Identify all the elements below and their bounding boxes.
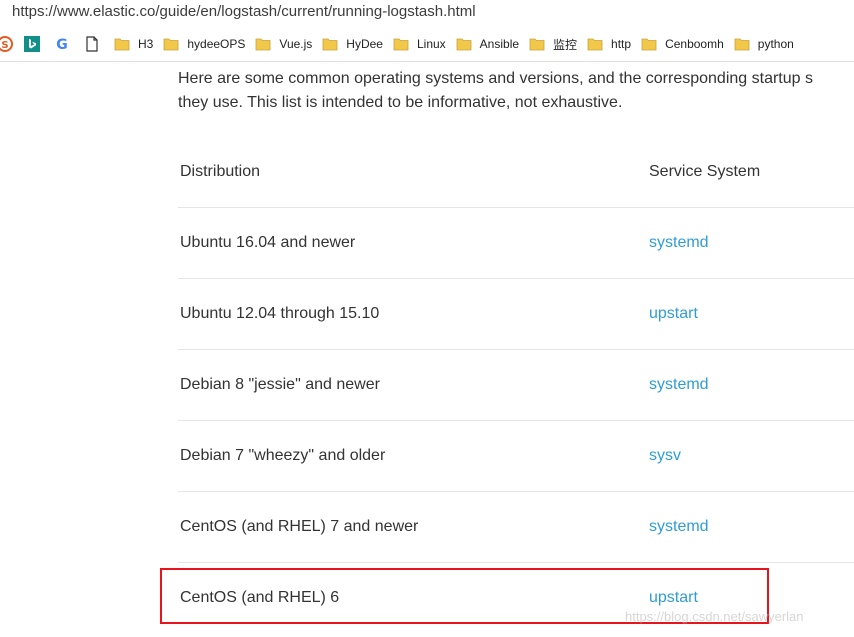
table-row: Debian 7 "wheezy" and older sysv: [178, 421, 854, 492]
distribution-cell: Debian 8 "jessie" and newer: [180, 376, 380, 393]
folder-icon: [114, 38, 130, 51]
table-row: Debian 8 "jessie" and newer systemd: [178, 350, 854, 421]
svg-text:G: G: [56, 37, 68, 52]
folder-icon: [393, 38, 409, 51]
bookmark-h3[interactable]: H3: [114, 37, 153, 51]
bookmarks-bar: S G H3 hydeeOPS Vue.js HyDee Linux Ansib…: [0, 27, 854, 62]
distribution-cell: Debian 7 "wheezy" and older: [180, 447, 386, 464]
page-content: Here are some common operating systems a…: [0, 62, 854, 637]
url-text[interactable]: https://www.elastic.co/guide/en/logstash…: [12, 3, 476, 20]
bookmark-label: H3: [138, 37, 154, 51]
bookmark-label: Ansible: [479, 37, 520, 51]
intro-line-1: Here are some common operating systems a…: [178, 70, 813, 87]
bookmark-label: Linux: [416, 37, 446, 51]
bookmark-python[interactable]: python: [734, 37, 794, 51]
bookmark-monitor[interactable]: 监控: [529, 36, 577, 53]
folder-icon: [734, 38, 750, 51]
bookmark-vuejs[interactable]: Vue.js: [255, 37, 312, 51]
service-link[interactable]: systemd: [649, 492, 709, 562]
table-header-row: Distribution Service System: [178, 137, 854, 208]
distribution-cell: CentOS (and RHEL) 7 and newer: [180, 518, 419, 535]
distribution-cell: Ubuntu 12.04 through 15.10: [180, 305, 380, 322]
bookmark-label: Vue.js: [279, 37, 313, 51]
service-link[interactable]: upstart: [649, 279, 698, 349]
bookmark-label: http: [611, 37, 632, 51]
watermark-text: https://blog.csdn.net/sawyerlan: [625, 609, 804, 624]
bookmark-label: hydeeOPS: [187, 37, 246, 51]
table-row: Ubuntu 12.04 through 15.10 upstart: [178, 279, 854, 350]
folder-icon: [322, 38, 338, 51]
distribution-cell: Ubuntu 16.04 and newer: [180, 234, 356, 251]
google-icon[interactable]: G: [54, 36, 70, 52]
intro-paragraph: Here are some common operating systems a…: [178, 67, 854, 115]
red-s-circle-icon[interactable]: S: [0, 36, 13, 52]
bookmark-label: HyDee: [346, 37, 383, 51]
folder-icon: [587, 38, 603, 51]
service-link[interactable]: systemd: [649, 350, 709, 420]
address-bar[interactable]: https://www.elastic.co/guide/en/logstash…: [0, 0, 854, 27]
intro-line-2: they use. This list is intended to be in…: [178, 94, 623, 111]
folder-icon: [641, 38, 657, 51]
svg-text:S: S: [1, 40, 8, 51]
folder-icon: [529, 38, 545, 51]
table-row: CentOS (and RHEL) 7 and newer systemd: [178, 492, 854, 563]
table-row: Ubuntu 16.04 and newer systemd: [178, 208, 854, 279]
folder-icon: [255, 38, 271, 51]
folder-icon: [456, 38, 472, 51]
header-distribution: Distribution: [180, 163, 261, 180]
bookmark-label: python: [757, 37, 794, 51]
bookmark-linux[interactable]: Linux: [393, 37, 446, 51]
bookmark-cenboomh[interactable]: Cenboomh: [641, 37, 724, 51]
bookmark-label: 监控: [553, 37, 578, 52]
header-service-system: Service System: [649, 163, 761, 180]
service-link[interactable]: systemd: [649, 208, 709, 278]
folder-icon: [163, 38, 179, 51]
service-link[interactable]: sysv: [649, 421, 681, 491]
bookmark-ansible[interactable]: Ansible: [456, 37, 519, 51]
bookmark-http[interactable]: http: [587, 37, 631, 51]
page-icon[interactable]: [84, 36, 100, 52]
bookmark-label: Cenboomh: [665, 37, 724, 51]
bookmark-hydeeops[interactable]: hydeeOPS: [163, 37, 245, 51]
bookmark-hydee[interactable]: HyDee: [322, 37, 383, 51]
bing-icon[interactable]: [24, 36, 40, 52]
